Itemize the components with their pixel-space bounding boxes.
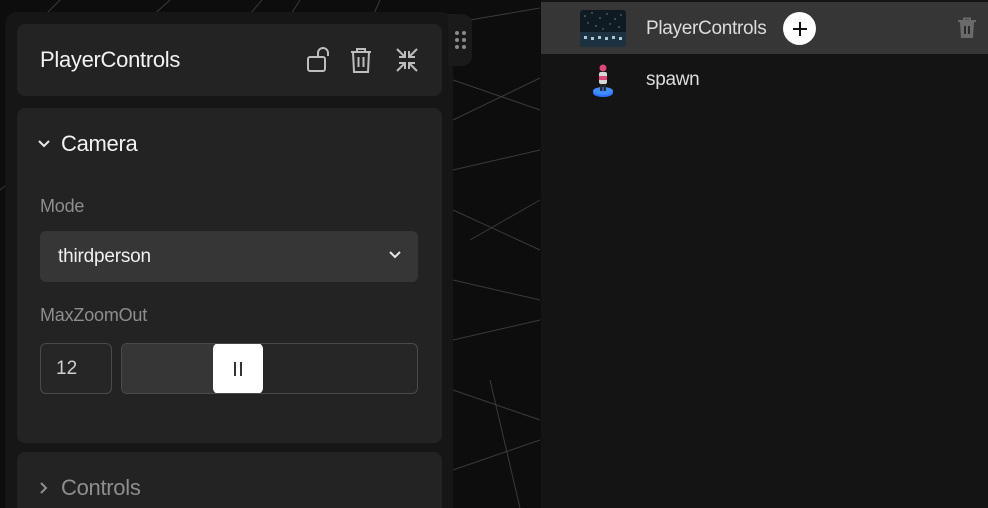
mode-select-value: thirdperson xyxy=(58,245,151,267)
max-zoom-out-slider[interactable] xyxy=(121,343,418,394)
mode-select[interactable]: thirdperson xyxy=(40,231,418,282)
chevron-down-icon xyxy=(389,251,401,259)
add-child-button[interactable] xyxy=(783,12,816,45)
collapse-icon[interactable] xyxy=(395,46,423,74)
plus-icon xyxy=(792,21,807,36)
trash-icon[interactable] xyxy=(349,46,377,74)
hierarchy-item-spawn[interactable]: spawn xyxy=(541,54,988,106)
inspector-title: PlayerControls xyxy=(40,47,181,72)
playercontrols-thumbnail xyxy=(580,10,626,47)
panel-drag-handle[interactable] xyxy=(448,14,472,66)
chevron-right-icon xyxy=(40,482,48,494)
controls-section-header[interactable]: Controls xyxy=(37,475,141,501)
trash-icon[interactable] xyxy=(957,17,977,44)
scene-hierarchy: PlayerControls spawn xyxy=(541,0,988,508)
max-zoom-out-input[interactable]: 12 xyxy=(40,343,112,394)
unlock-icon[interactable] xyxy=(306,46,334,74)
camera-section-title: Camera xyxy=(61,131,138,156)
max-zoom-out-label: MaxZoomOut xyxy=(40,305,148,325)
hierarchy-item-playercontrols[interactable]: PlayerControls xyxy=(541,2,988,54)
chevron-down-icon xyxy=(38,140,50,148)
mode-label: Mode xyxy=(40,196,85,216)
hierarchy-item-label: PlayerControls xyxy=(646,18,767,39)
camera-section-header[interactable]: Camera xyxy=(37,131,138,157)
spawn-point-icon xyxy=(591,62,615,103)
camera-section: Camera Mode thirdperson MaxZoomOut 12 xyxy=(17,108,442,443)
controls-section-title: Controls xyxy=(61,475,141,500)
hierarchy-item-label: spawn xyxy=(646,69,700,90)
grip-dots-icon xyxy=(454,31,466,49)
slider-thumb[interactable] xyxy=(213,344,263,393)
grip-lines-icon xyxy=(234,361,242,376)
controls-section: Controls xyxy=(17,452,442,508)
inspector-header: PlayerControls xyxy=(17,24,442,96)
